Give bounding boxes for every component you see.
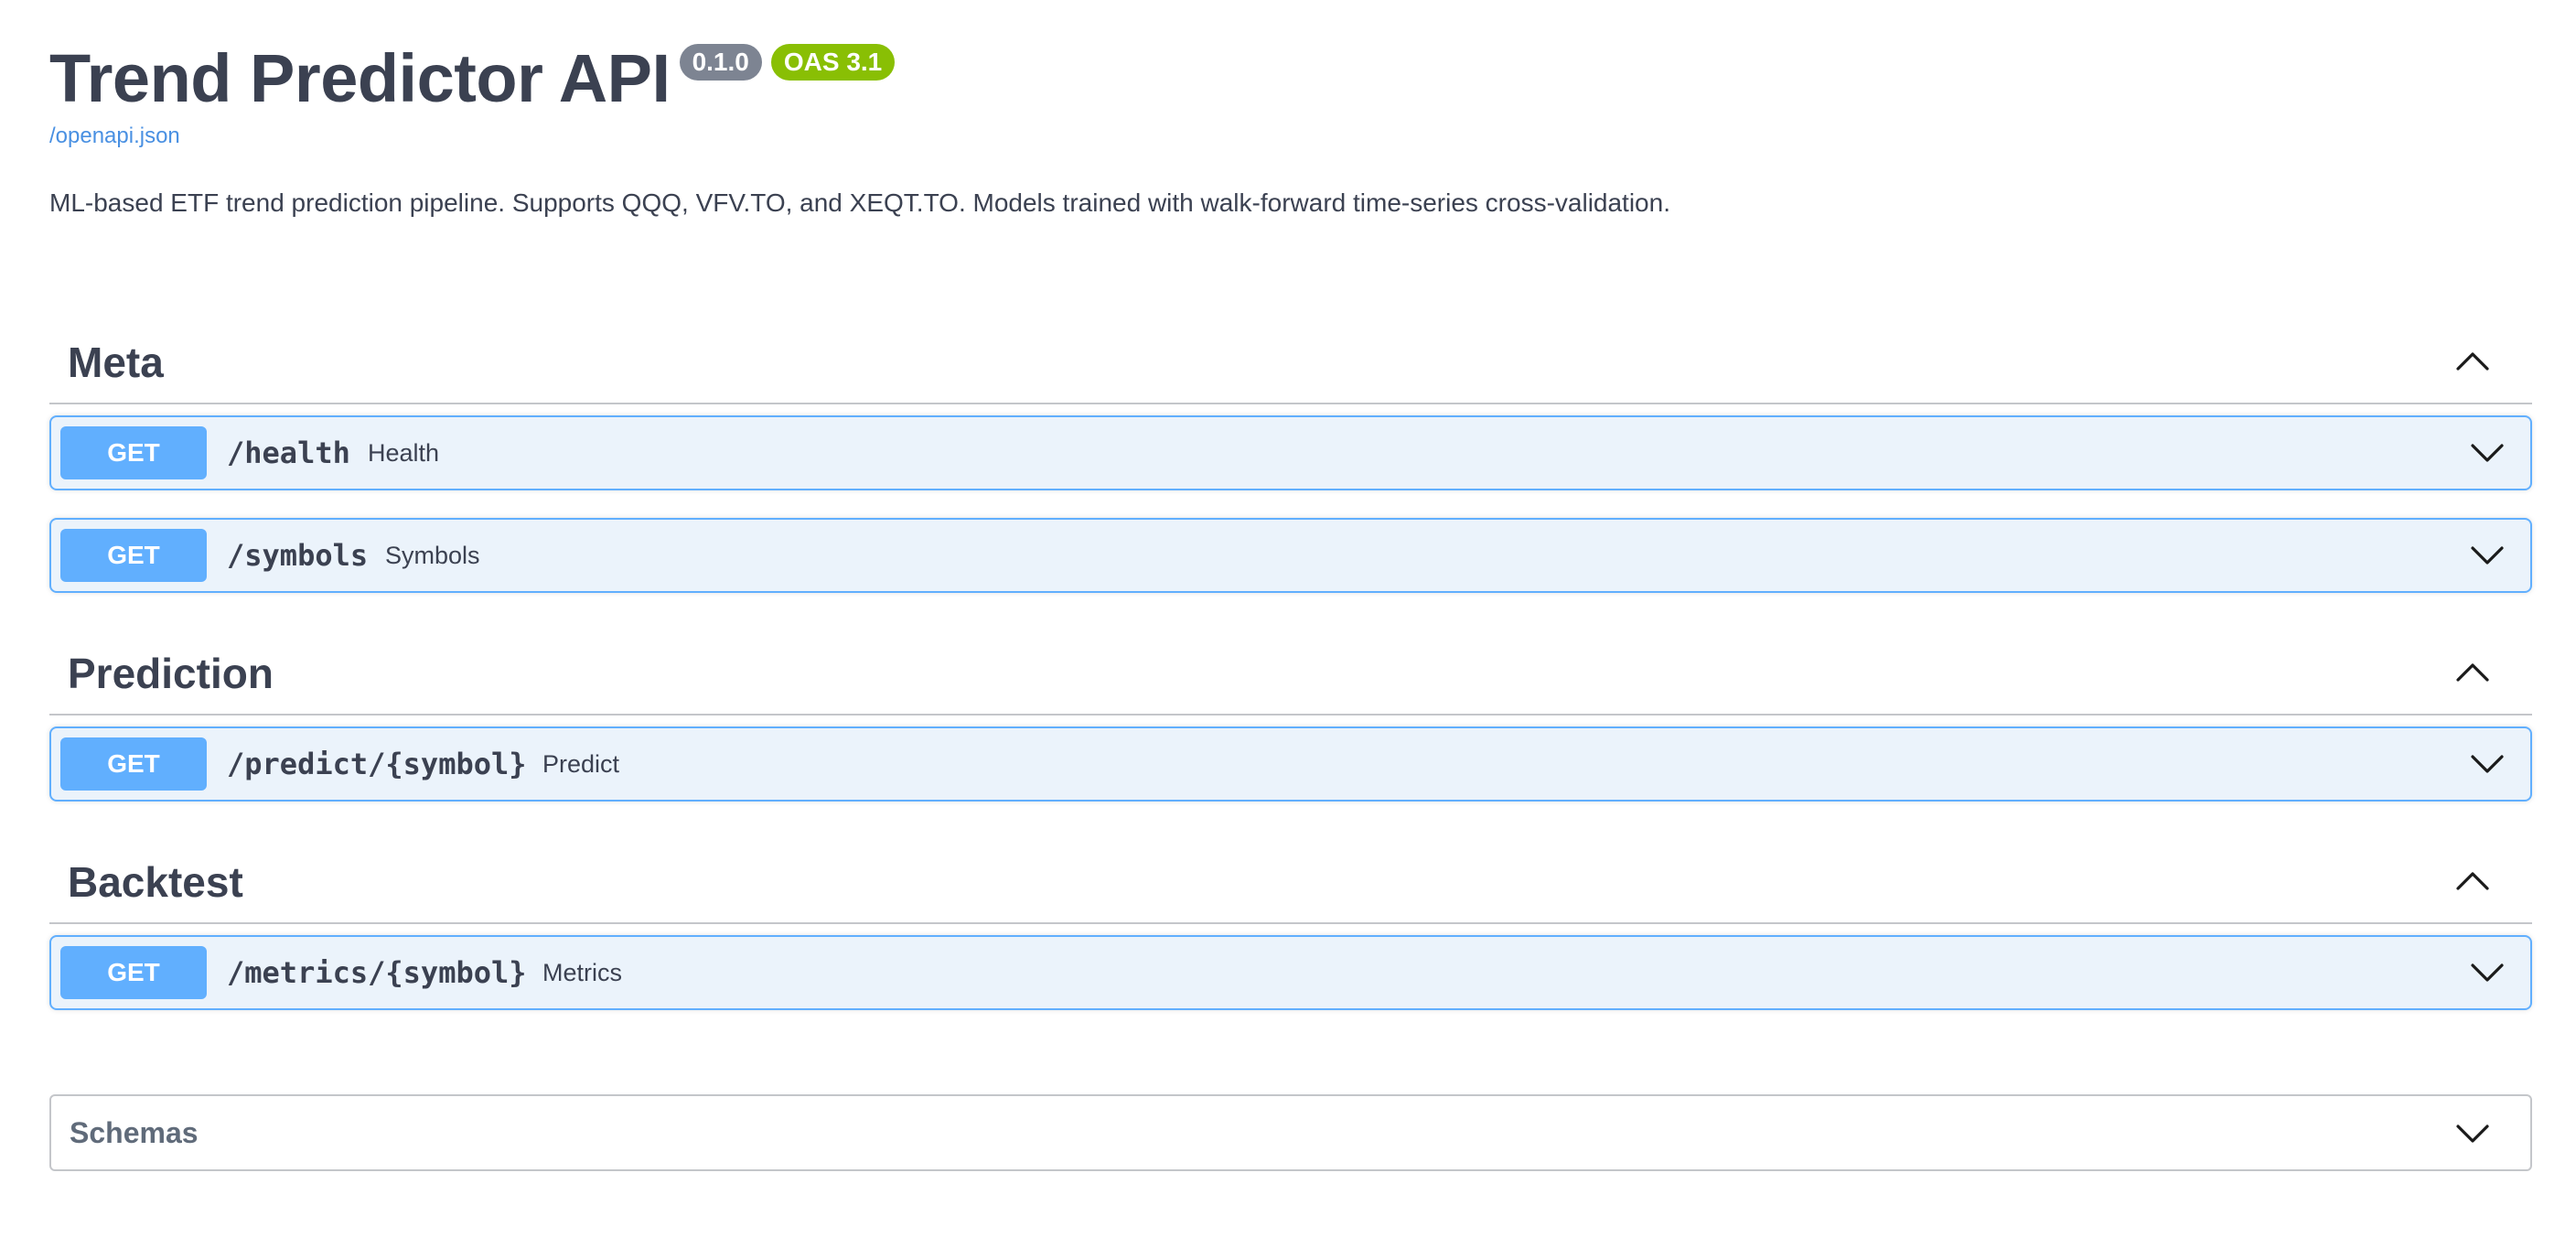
oas-badge: OAS 3.1 — [770, 44, 896, 81]
chevron-down-icon[interactable] — [2464, 950, 2510, 995]
api-description: ML-based ETF trend prediction pipeline. … — [49, 188, 1670, 217]
method-badge: GET — [60, 426, 207, 479]
operation-summary: Symbols — [385, 542, 480, 569]
tag-name: Prediction — [68, 650, 274, 697]
method-badge: GET — [60, 529, 207, 582]
tag-name: Backtest — [68, 858, 243, 906]
tag-header-meta[interactable]: Meta — [49, 318, 2532, 404]
method-badge: GET — [60, 946, 207, 999]
chevron-up-icon[interactable] — [2450, 650, 2496, 695]
chevron-down-icon[interactable] — [2450, 1111, 2496, 1157]
method-badge: GET — [60, 737, 207, 791]
chevron-down-icon[interactable] — [2464, 430, 2510, 476]
version-badge: 0.1.0 — [679, 44, 762, 81]
chevron-down-icon[interactable] — [2464, 533, 2510, 578]
schemas-section[interactable]: Schemas — [49, 1094, 2532, 1171]
tag-name: Meta — [68, 339, 164, 386]
operation-get-metrics[interactable]: GET /metrics/{symbol} Metrics — [49, 935, 2532, 1010]
openapi-spec-link[interactable]: /openapi.json — [49, 123, 180, 150]
info-header: Trend Predictor API 0.1.0 OAS 3.1 — [49, 37, 896, 121]
operation-get-symbols[interactable]: GET /symbols Symbols — [49, 518, 2532, 593]
chevron-up-icon[interactable] — [2450, 858, 2496, 904]
chevron-down-icon[interactable] — [2464, 741, 2510, 787]
api-title: Trend Predictor API — [49, 40, 671, 116]
operation-summary: Health — [368, 439, 440, 467]
tag-header-prediction[interactable]: Prediction — [49, 630, 2532, 716]
operation-path: /symbols — [227, 538, 369, 573]
operation-summary: Metrics — [542, 959, 622, 986]
tag-header-backtest[interactable]: Backtest — [49, 838, 2532, 924]
operation-get-health[interactable]: GET /health Health — [49, 415, 2532, 490]
operation-get-predict[interactable]: GET /predict/{symbol} Predict — [49, 726, 2532, 802]
operation-path: /metrics/{symbol} — [227, 955, 527, 990]
operation-summary: Predict — [542, 750, 620, 778]
chevron-up-icon[interactable] — [2450, 339, 2496, 384]
schemas-label: Schemas — [70, 1116, 199, 1149]
operation-path: /predict/{symbol} — [227, 747, 527, 781]
operation-path: /health — [227, 436, 350, 470]
